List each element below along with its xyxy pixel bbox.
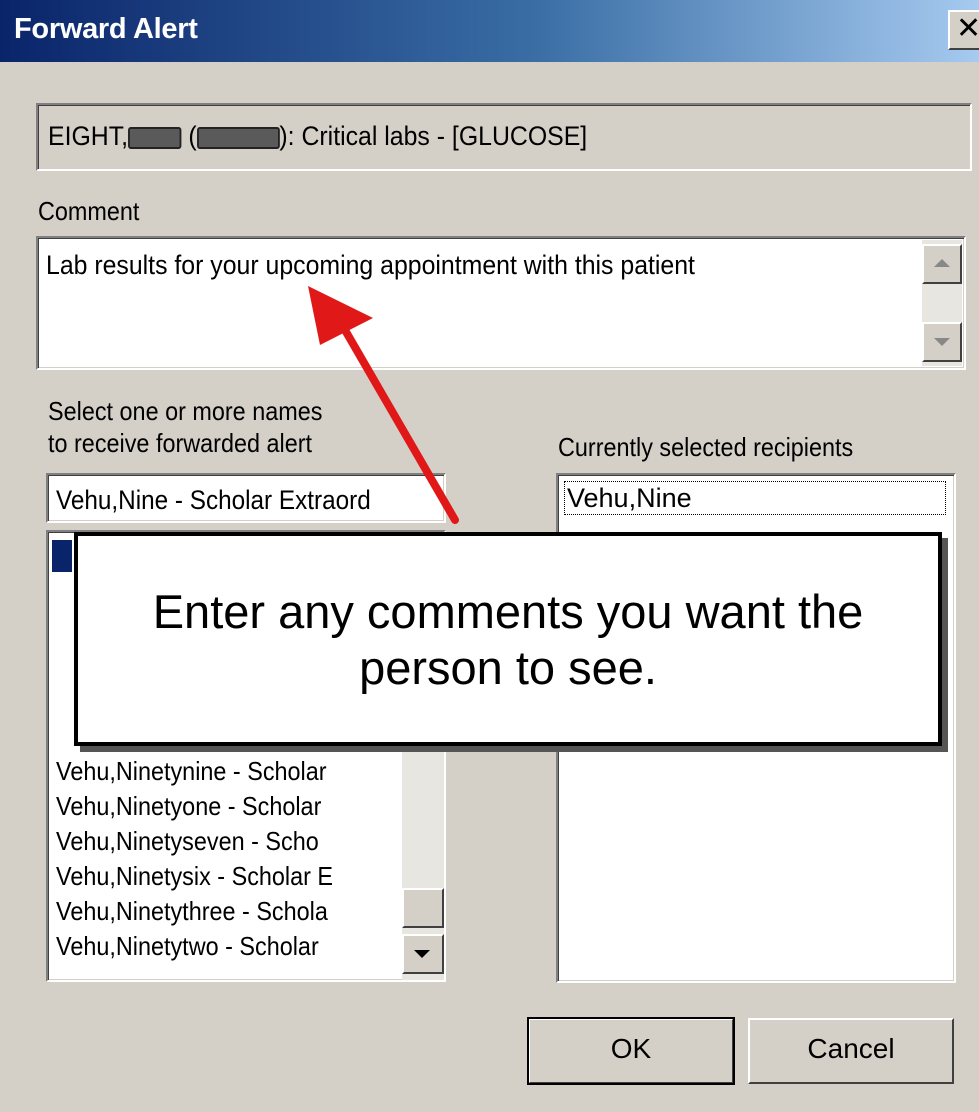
arrow-head [308, 286, 373, 345]
annotation-arrow [308, 286, 459, 524]
arrow-shaft [341, 326, 459, 524]
